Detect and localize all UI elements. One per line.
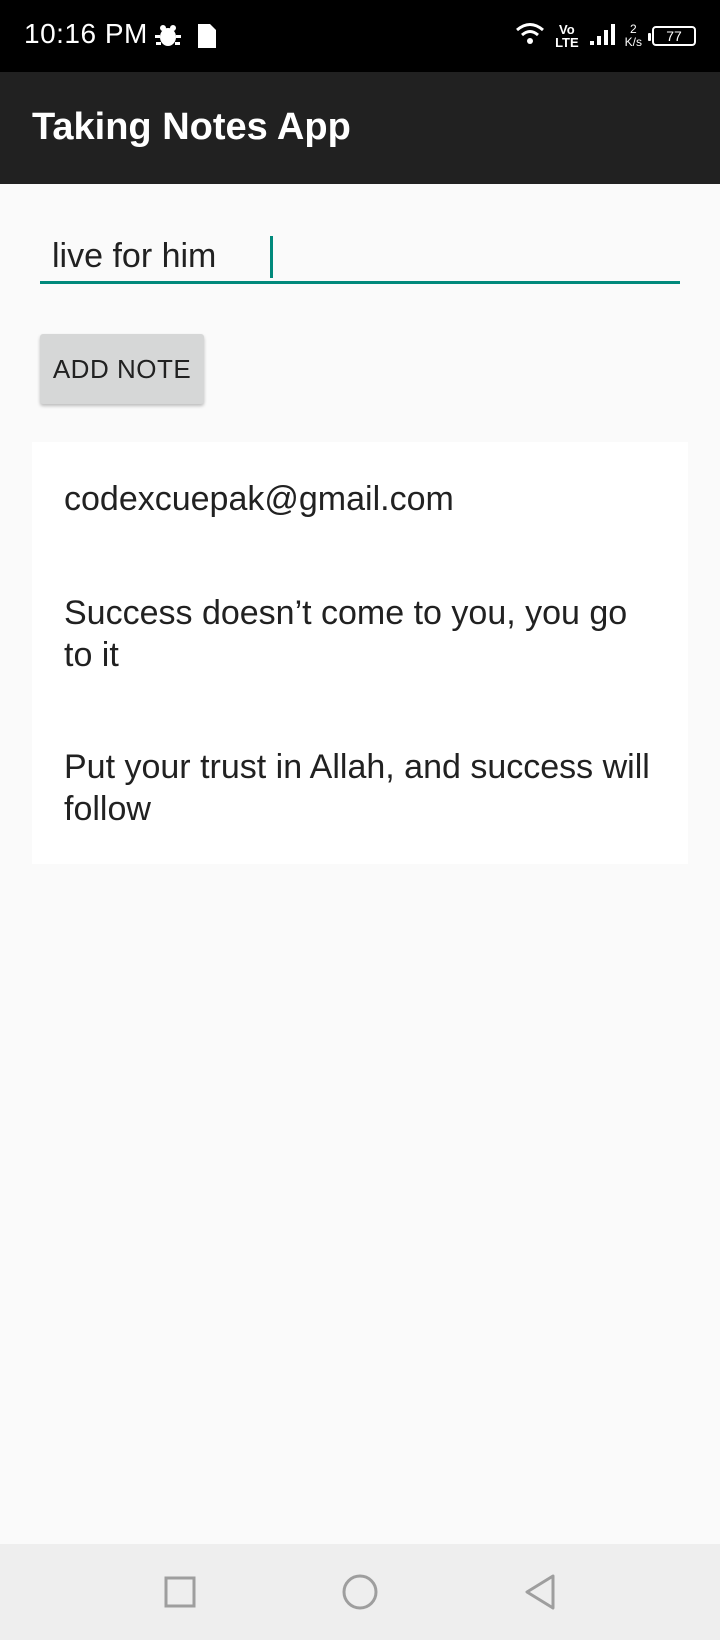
file-icon xyxy=(196,22,218,55)
status-notification-icons xyxy=(154,22,218,55)
navigation-bar xyxy=(0,1544,720,1640)
note-input[interactable] xyxy=(40,232,680,284)
battery-tip xyxy=(648,33,651,41)
triangle-back-icon xyxy=(523,1573,557,1616)
signal-icon xyxy=(589,21,615,52)
net-speed-unit: K/s xyxy=(624,35,642,49)
square-icon xyxy=(163,1575,197,1614)
circle-icon xyxy=(341,1573,379,1616)
notes-list: codexcuepak@gmail.com Success doesn’t co… xyxy=(32,442,688,864)
battery-level: 77 xyxy=(666,28,682,44)
list-item[interactable]: codexcuepak@gmail.com xyxy=(64,478,664,520)
list-item[interactable]: Success doesn’t come to you, you go to i… xyxy=(64,592,664,676)
note-input-wrapper xyxy=(40,232,680,290)
text-cursor xyxy=(270,236,273,278)
back-button[interactable] xyxy=(516,1570,564,1618)
recent-apps-button[interactable] xyxy=(156,1570,204,1618)
app-bar: Taking Notes App xyxy=(0,72,720,184)
bug-icon xyxy=(154,22,182,55)
add-note-button[interactable]: ADD NOTE xyxy=(40,334,204,404)
volte-bottom: LTE xyxy=(555,35,579,50)
app-title: Taking Notes App xyxy=(32,106,351,148)
wifi-icon xyxy=(515,21,545,52)
status-bar: 10:16 PM Vo LTE 2 K/s 77 xyxy=(0,0,720,72)
volte-indicator: Vo LTE xyxy=(555,23,579,49)
net-speed: 2 K/s xyxy=(625,23,642,49)
screen: 10:16 PM Vo LTE 2 K/s 77 Taking Notes Ap… xyxy=(0,0,720,1640)
status-system-icons: Vo LTE 2 K/s 77 xyxy=(515,18,696,54)
battery-icon: 77 xyxy=(648,26,696,46)
home-button[interactable] xyxy=(336,1570,384,1618)
list-item[interactable]: Put your trust in Allah, and success wil… xyxy=(64,746,664,830)
status-time: 10:16 PM xyxy=(24,18,148,49)
